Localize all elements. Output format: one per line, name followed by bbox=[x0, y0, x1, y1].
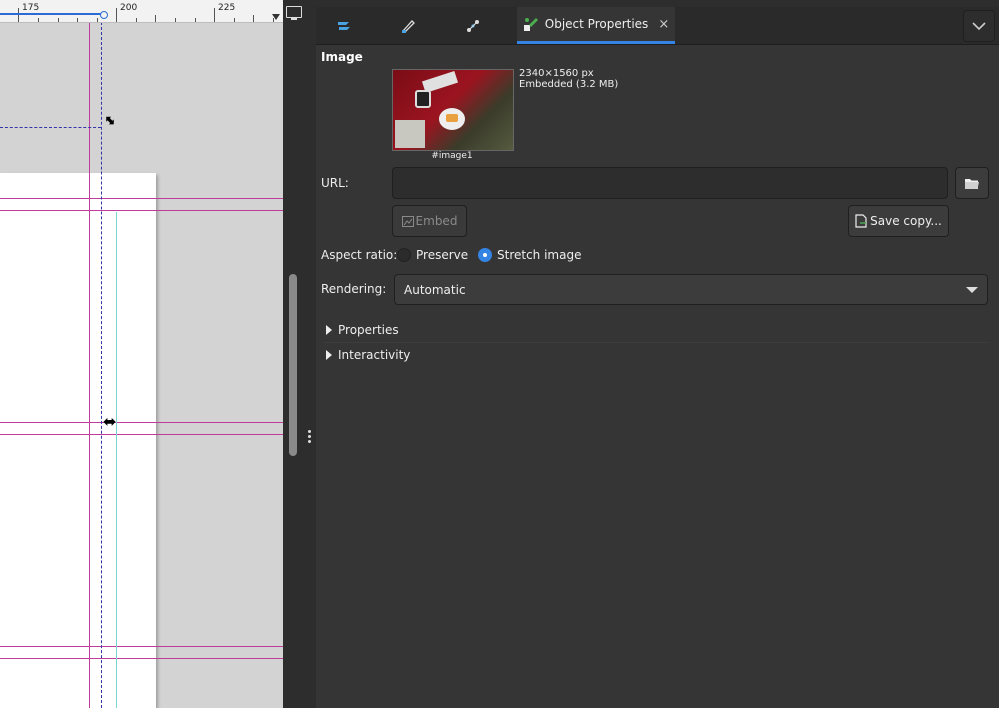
vertical-scrollbar[interactable] bbox=[289, 274, 297, 456]
image-id: #image1 bbox=[431, 151, 473, 161]
close-tab-icon[interactable]: × bbox=[658, 17, 669, 32]
browse-button[interactable] bbox=[955, 167, 989, 199]
fill-stroke-icon bbox=[401, 19, 415, 33]
embed-button[interactable]: Embed bbox=[392, 205, 467, 237]
ruler-label: 175 bbox=[22, 3, 40, 13]
rendering-value: Automatic bbox=[404, 282, 466, 297]
url-label: URL: bbox=[321, 176, 349, 190]
page-margin-line bbox=[116, 212, 117, 708]
dock-menu-button[interactable] bbox=[963, 10, 995, 42]
display-mode-icon[interactable] bbox=[286, 6, 302, 20]
document-page bbox=[0, 173, 156, 708]
guide-line bbox=[89, 22, 90, 708]
ruler-label: 200 bbox=[120, 3, 138, 13]
ruler-label: 225 bbox=[218, 3, 236, 13]
aspect-ratio-label: Aspect ratio: bbox=[321, 248, 398, 262]
image-thumbnail bbox=[392, 69, 514, 151]
object-properties-icon bbox=[523, 18, 538, 31]
layers-icon bbox=[338, 21, 350, 30]
tab-xml-editor[interactable] bbox=[457, 7, 489, 44]
horizontal-ruler[interactable]: 175 200 225 bbox=[0, 0, 283, 23]
xml-editor-icon bbox=[467, 19, 479, 32]
dock-drag-handle-icon[interactable] bbox=[308, 430, 312, 445]
rendering-select[interactable]: Automatic bbox=[394, 274, 988, 305]
resize-horizontal-handle-icon[interactable]: ⬌ bbox=[103, 414, 116, 430]
tab-object-properties[interactable]: Object Properties × bbox=[517, 7, 675, 44]
guide-line bbox=[0, 434, 283, 435]
properties-expander[interactable]: Properties bbox=[326, 323, 399, 337]
dock-tabbar: Object Properties × bbox=[316, 7, 999, 45]
preserve-radio[interactable] bbox=[397, 248, 411, 262]
stretch-image-radio-label[interactable]: Stretch image bbox=[497, 248, 581, 262]
object-properties-panel: Object Properties × Image 2340×1560 px E… bbox=[316, 7, 999, 708]
separator bbox=[324, 342, 989, 343]
expander-label: Interactivity bbox=[338, 348, 411, 362]
chevron-down-icon bbox=[972, 21, 986, 30]
expander-label: Properties bbox=[338, 323, 399, 337]
image-embedded-size: Embedded (3.2 MB) bbox=[519, 79, 619, 90]
ruler-selection-marker bbox=[0, 13, 104, 15]
ruler-position-indicator bbox=[272, 14, 280, 20]
folder-icon bbox=[965, 178, 979, 189]
save-copy-label: Save copy... bbox=[870, 214, 942, 228]
rendering-label: Rendering: bbox=[321, 282, 387, 296]
expand-arrow-icon bbox=[326, 350, 332, 360]
guide-line bbox=[0, 422, 283, 423]
image-dimensions: 2340×1560 px bbox=[519, 68, 594, 79]
ruler-selection-end bbox=[100, 11, 108, 19]
expand-arrow-icon bbox=[326, 325, 332, 335]
interactivity-expander[interactable]: Interactivity bbox=[326, 348, 410, 362]
tab-layers[interactable] bbox=[328, 7, 360, 44]
guide-line bbox=[0, 198, 283, 199]
section-title: Image bbox=[321, 50, 363, 64]
url-input[interactable] bbox=[392, 167, 948, 199]
tab-label: Object Properties bbox=[544, 17, 649, 31]
preserve-radio-label[interactable]: Preserve bbox=[416, 248, 468, 262]
stretch-image-radio[interactable] bbox=[478, 248, 492, 262]
image-info: 2340×1560 px Embedded (3.2 MB) bbox=[519, 68, 618, 90]
tab-fill-stroke[interactable] bbox=[392, 7, 424, 44]
save-copy-button[interactable]: Save copy... bbox=[848, 205, 949, 237]
save-copy-icon bbox=[855, 214, 867, 228]
canvas-area[interactable]: ⬌ ⬌ 175 200 225 bbox=[0, 0, 283, 708]
embed-icon bbox=[401, 215, 414, 227]
selection-bbox-edge bbox=[0, 127, 101, 128]
embed-button-label: Embed bbox=[415, 214, 458, 228]
panel-divider[interactable] bbox=[283, 0, 316, 708]
guide-line bbox=[0, 646, 283, 647]
guide-line bbox=[0, 658, 283, 659]
guide-line bbox=[0, 210, 283, 211]
resize-diagonal-handle-icon[interactable]: ⬌ bbox=[100, 111, 120, 131]
dropdown-arrow-icon bbox=[966, 286, 978, 293]
